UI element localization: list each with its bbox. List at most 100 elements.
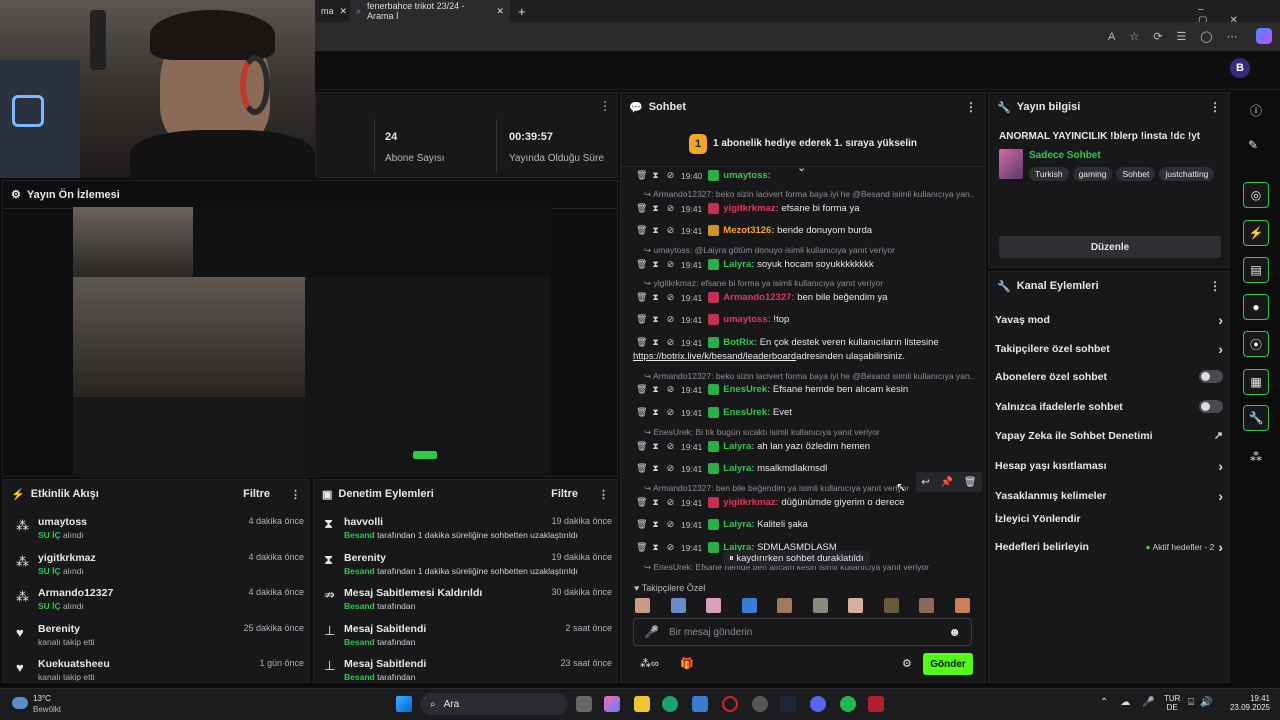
mic-icon[interactable]: 🎤 [644, 625, 659, 639]
tag[interactable]: justchatting [1159, 167, 1215, 181]
channel-action-item[interactable]: Yapay Zeka ile Sohbet Denetimi ↗ [995, 429, 1223, 443]
chat-message[interactable]: 🗑 ⧗ ⊘ 19:41 Mezot3126: bende donuyom bur… [636, 225, 976, 236]
trash-icon[interactable]: 🗑 [636, 463, 647, 474]
wrench-icon[interactable]: 🔧 [1243, 405, 1269, 431]
channel-action-item[interactable]: Abonelere özel sohbet [995, 370, 1223, 383]
trash-icon[interactable]: 🗑 [964, 477, 977, 488]
chat-message[interactable]: 🗑 ⧗ ⊘ 19:40 umaytoss: [636, 170, 976, 181]
trash-icon[interactable]: 🗑 [636, 203, 647, 214]
emote-icon[interactable] [777, 598, 792, 613]
timeout-icon[interactable]: ⧗ [651, 497, 660, 508]
discord-icon[interactable] [810, 696, 826, 712]
user-avatar[interactable]: B [1230, 58, 1250, 78]
chat-reply-context[interactable]: ↪ Armando12327: beko sizin lacivert form… [644, 371, 974, 382]
chat-message[interactable]: 🗑 ⧗ ⊘ 19:41 EnesUrek: Efsane hemde ben a… [636, 384, 976, 395]
emoji-icon[interactable]: ☻ [948, 625, 961, 639]
emote-icon[interactable] [741, 598, 757, 613]
chat-username[interactable]: Laiyra: [723, 519, 754, 530]
timeout-icon[interactable]: ⧗ [651, 170, 660, 181]
system-icons[interactable]: ⌸🔊 [1188, 697, 1218, 708]
moderation-actor[interactable]: Besand [344, 672, 375, 682]
chat-message[interactable]: 🗑 ⧗ ⊘ 19:41 Armando12327: ben bile beğen… [636, 292, 976, 303]
copilot-app-icon[interactable] [604, 696, 620, 712]
ban-icon[interactable]: ⊘ [666, 463, 675, 474]
category-name[interactable]: Sadece Sohbet [1029, 150, 1101, 161]
timeout-icon[interactable]: ⧗ [651, 203, 660, 214]
trash-icon[interactable]: 🗑 [636, 384, 647, 395]
kebab-icon[interactable]: ⋮ [290, 488, 301, 501]
chat-message[interactable]: 🗑 ⧗ ⊘ 19:41 Laiyra: Kaliteli şaka [636, 519, 976, 530]
timeout-icon[interactable]: ⧗ [651, 519, 660, 530]
timeout-icon[interactable]: ⧗ [651, 542, 660, 553]
timeout-icon[interactable]: ⧗ [651, 225, 660, 236]
ban-icon[interactable]: ⊘ [666, 259, 675, 270]
settings-icon[interactable]: ⚙ [902, 657, 912, 670]
app-icon[interactable] [752, 696, 768, 712]
chat-username[interactable]: yigitkrkmaz: [723, 203, 778, 214]
ban-icon[interactable]: ⊘ [666, 225, 675, 236]
kebab-icon[interactable]: ⋮ [1209, 279, 1221, 293]
chat-link[interactable]: https://botrix.live/k/besand/leaderboard [633, 351, 796, 362]
ban-icon[interactable]: ⊘ [666, 384, 675, 395]
trash-icon[interactable]: 🗑 [636, 542, 647, 553]
timeout-icon[interactable]: ⧗ [651, 259, 660, 270]
tag[interactable]: Sohbet [1116, 167, 1156, 181]
timeout-icon[interactable]: ⧗ [651, 292, 660, 303]
voicemeeter-icon[interactable] [868, 696, 884, 712]
emote-icon[interactable] [954, 598, 970, 613]
opera-icon[interactable] [722, 696, 738, 712]
send-button[interactable]: Gönder [923, 653, 973, 675]
ban-icon[interactable]: ⊘ [666, 407, 675, 418]
activity-user[interactable]: yigitkrkmaz [38, 552, 96, 564]
trash-icon[interactable]: 🗑 [636, 225, 647, 236]
chat-message[interactable]: 🗑 ⧗ ⊘ 19:41 BotRix: En çok destek veren … [636, 337, 976, 348]
kebab-icon[interactable]: ⋮ [1209, 100, 1221, 114]
trash-icon[interactable]: 🗑 [636, 292, 647, 303]
filter-button[interactable]: Filtre [551, 488, 578, 500]
toggle-switch[interactable] [1199, 400, 1223, 413]
activity-item[interactable]: ⁂ umaytoss 4 dakika önce SU İÇ alındı [14, 514, 304, 548]
browser-tab-active[interactable]: ⌕ fenerbahce trikot 23/24 - Arama İ ✕ [350, 0, 510, 22]
pencil-icon[interactable]: ✎ [1248, 138, 1258, 152]
ban-icon[interactable]: ⊘ [666, 203, 675, 214]
browser-toolbar-icons[interactable]: A☆⟳☰◯⋯ [1108, 30, 1252, 43]
task-view-icon[interactable] [576, 696, 592, 712]
chat-username[interactable]: yigitkrkmaz: [723, 497, 778, 508]
apps-icon[interactable]: ⁂ [1250, 450, 1262, 464]
chat-message[interactable]: 🗑 ⧗ ⊘ 19:41 yigitkrkmaz: efsane bi forma… [636, 203, 976, 214]
chat-message[interactable]: 🗑 ⧗ ⊘ 19:41 yigitkrkmaz: düğünümde giyer… [636, 497, 976, 508]
preview-video[interactable] [73, 207, 551, 475]
timeout-icon[interactable]: ⧗ [651, 463, 660, 474]
ban-icon[interactable]: ⊘ [666, 292, 675, 303]
store-icon[interactable] [692, 696, 708, 712]
trash-icon[interactable]: 🗑 [636, 259, 647, 270]
chat-username[interactable]: BotRix: [723, 337, 757, 348]
browser-tab[interactable]: ma ✕ [315, 0, 350, 22]
activity-item[interactable]: ♥ Kuekuatsheeu 1 gün önce kanalı takip e… [14, 656, 304, 690]
ban-icon[interactable]: ⊘ [666, 519, 675, 530]
broadcast-icon[interactable]: ⦿ [1243, 331, 1269, 357]
chat-message[interactable]: 🗑 ⧗ ⊘ 19:41 Laiyra: ah lan yazı özledim … [636, 441, 976, 452]
kebab-icon[interactable]: ⋮ [965, 100, 977, 114]
ban-icon[interactable]: ⊘ [666, 337, 675, 348]
chat-username[interactable]: Mezot3126: [723, 225, 774, 236]
moderation-actor[interactable]: Besand [344, 530, 375, 540]
emote-icon[interactable] [883, 598, 899, 613]
timeout-icon[interactable]: ⧗ [651, 384, 660, 395]
chat-username[interactable]: Laiyra: [723, 463, 754, 474]
tag[interactable]: gaming [1072, 167, 1113, 181]
activity-item[interactable]: ♥ Berenity 25 dakika önce kanalı takip e… [14, 621, 304, 655]
chat-reply-context[interactable]: ↪ EnesUrek: Bi tık bugün sıcaktı isimli … [644, 427, 974, 438]
moderation-item[interactable]: ⊥ Mesaj Sabitlendi 2 saat önce Besand ta… [322, 621, 612, 655]
chat-reply-context[interactable]: ↪ yigitkrkmaz: efsane bi forma ya isimli… [644, 278, 974, 289]
clock[interactable]: 19:41 23.09.2025 [1226, 694, 1270, 712]
edit-button[interactable]: Düzenle [999, 236, 1221, 258]
timeout-icon[interactable]: ⧗ [651, 407, 660, 418]
moderation-actor[interactable]: Besand [344, 637, 375, 647]
chat-message[interactable]: 🗑 ⧗ ⊘ 19:41 Laiyra: soyuk hocam soyukkkk… [636, 259, 976, 270]
emote-icon[interactable] [848, 598, 863, 613]
filter-button[interactable]: Filtre [243, 488, 270, 500]
emote-icon[interactable] [670, 598, 686, 613]
emote-picker-icon[interactable]: ⁂∞ [640, 657, 659, 670]
chat-reply-context[interactable]: ↪ umaytoss: @Laiyra götüm donuyo isimli … [644, 245, 974, 256]
